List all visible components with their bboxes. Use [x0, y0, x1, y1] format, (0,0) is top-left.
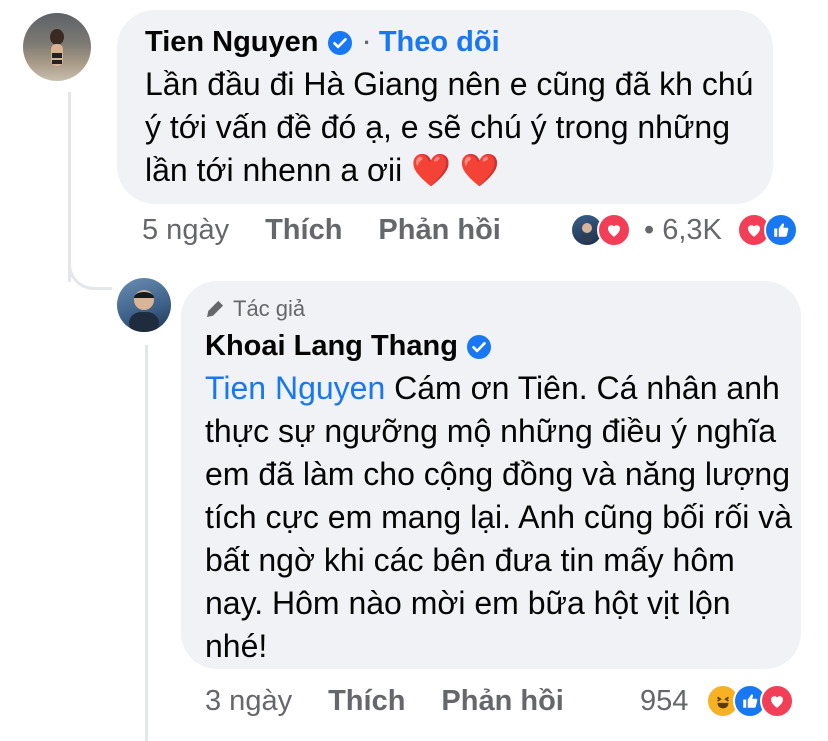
avatar-photo-icon — [50, 29, 64, 66]
like-reaction-icon — [764, 213, 798, 247]
reply-author-name[interactable]: Khoai Lang Thang — [205, 330, 458, 363]
reply-button[interactable]: Phản hồi — [378, 214, 500, 247]
reaction-count[interactable]: 954 — [640, 685, 688, 718]
pencil-icon — [207, 300, 224, 317]
comment-timestamp[interactable]: 5 ngày — [142, 214, 229, 247]
reaction-summary[interactable] — [737, 213, 798, 247]
love-reaction-icon — [597, 213, 631, 247]
heart-emoji-icon: ❤️ — [411, 152, 451, 188]
reaction-count[interactable]: • 6,3K — [644, 214, 722, 247]
verified-badge-icon — [466, 334, 491, 359]
comment-text: Lần đầu đi Hà Giang nên e cũng đã kh chú… — [145, 66, 754, 188]
author-badge-label: Tác giả — [233, 296, 306, 321]
author-badge: Tác giả — [205, 296, 305, 322]
reply-actions: 3 ngày Thích Phản hồi — [205, 685, 600, 718]
like-button[interactable]: Thích — [328, 685, 405, 718]
reaction-summary[interactable] — [706, 684, 794, 718]
thread-connector-curve — [68, 250, 112, 290]
reply-button[interactable]: Phản hồi — [441, 685, 563, 718]
follow-link[interactable]: Theo dõi — [379, 26, 500, 59]
comment-actions: 5 ngày Thích Phản hồi — [142, 214, 537, 247]
heart-emoji-icon: ❤️ — [459, 152, 500, 188]
commenter-avatar[interactable] — [23, 13, 91, 81]
verified-badge-icon — [327, 30, 352, 55]
reply-timestamp[interactable]: 3 ngày — [205, 685, 292, 718]
reactor-avatars[interactable] — [570, 213, 631, 247]
reply-author-avatar[interactable] — [117, 278, 171, 332]
love-reaction-icon — [760, 684, 794, 718]
reply-body: Cám ơn Tiên. Cá nhân anh thực sự ngưỡng … — [205, 370, 793, 664]
reply-text: Tien Nguyen Cám ơn Tiên. Cá nhân anh thự… — [205, 367, 795, 668]
reply-header: Khoai Lang Thang — [205, 330, 491, 363]
like-button[interactable]: Thích — [265, 214, 342, 247]
header-separator: · — [363, 29, 371, 55]
mention-link[interactable]: Tien Nguyen — [205, 370, 385, 406]
reply-thread-line — [145, 345, 148, 741]
commenter-name[interactable]: Tien Nguyen — [145, 26, 319, 59]
comment-header: Tien Nguyen · Theo dõi — [145, 26, 500, 59]
avatar-photo-icon — [129, 290, 159, 332]
